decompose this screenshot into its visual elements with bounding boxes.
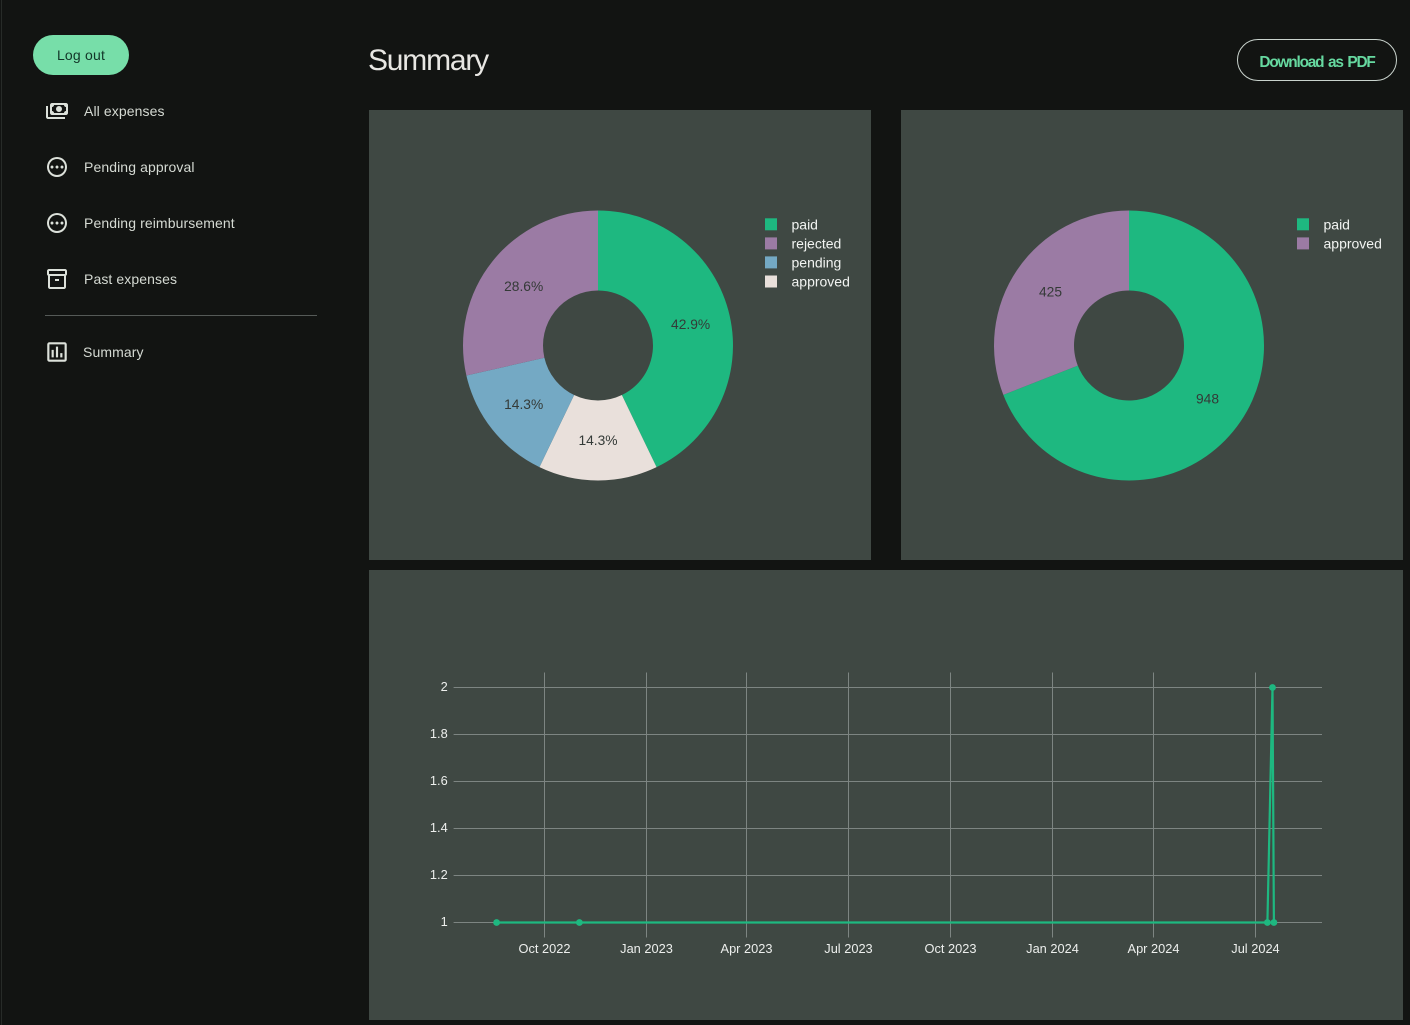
svg-text:Jul 2024: Jul 2024 (1231, 941, 1279, 956)
svg-text:948: 948 (1196, 392, 1219, 407)
svg-text:Jan 2024: Jan 2024 (1026, 941, 1079, 956)
svg-text:approved: approved (792, 274, 850, 290)
svg-text:1.2: 1.2 (430, 867, 448, 882)
svg-text:paid: paid (792, 216, 818, 232)
svg-text:1: 1 (441, 914, 448, 929)
svg-text:approved: approved (1324, 235, 1382, 251)
svg-text:Oct 2023: Oct 2023 (925, 941, 977, 956)
svg-text:1.8: 1.8 (430, 726, 448, 741)
svg-text:Oct 2022: Oct 2022 (519, 941, 571, 956)
svg-text:Jan 2023: Jan 2023 (620, 941, 673, 956)
svg-text:Jul 2023: Jul 2023 (824, 941, 872, 956)
svg-text:2: 2 (441, 679, 448, 694)
svg-text:Apr 2023: Apr 2023 (721, 941, 773, 956)
svg-text:14.3%: 14.3% (578, 433, 617, 448)
svg-text:28.6%: 28.6% (504, 279, 543, 294)
svg-text:Apr 2024: Apr 2024 (1128, 941, 1180, 956)
svg-text:pending: pending (792, 254, 842, 270)
svg-text:42.9%: 42.9% (671, 317, 710, 332)
svg-text:paid: paid (1324, 216, 1350, 232)
svg-text:425: 425 (1039, 285, 1062, 300)
svg-text:rejected: rejected (792, 235, 842, 251)
svg-text:1.4: 1.4 (430, 820, 448, 835)
svg-text:1.6: 1.6 (430, 773, 448, 788)
svg-text:14.3%: 14.3% (504, 397, 543, 412)
